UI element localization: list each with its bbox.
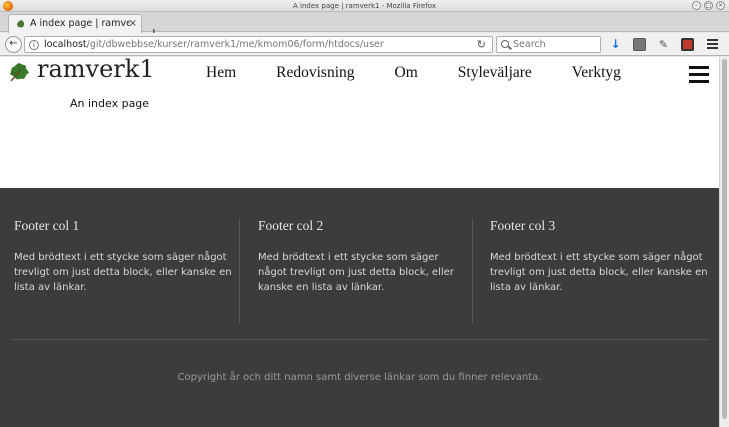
- footer-col-title: Footer col 2: [258, 218, 324, 233]
- window-titlebar: A index page | ramverk1 - Mozilla Firefo…: [0, 0, 729, 12]
- navigation-toolbar: ← i localhost/git/dbwebbse/kurser/ramver…: [0, 33, 729, 56]
- nav-link-redovisning[interactable]: Redovisning: [276, 64, 354, 82]
- maximize-button[interactable]: □: [704, 1, 713, 10]
- url-text[interactable]: localhost/git/dbwebbse/kurser/ramverk1/m…: [44, 39, 384, 50]
- extension-icon[interactable]: [681, 38, 694, 51]
- keyboard-icon[interactable]: [633, 38, 646, 51]
- nav-link-hem[interactable]: Hem: [206, 64, 236, 82]
- close-window-button[interactable]: ×: [716, 1, 725, 10]
- site-menu-icon[interactable]: [689, 66, 709, 84]
- site-nav: Hem Redovisning Om Styleväljare Verktyg: [206, 64, 661, 82]
- leaf-favicon-icon: [17, 20, 25, 28]
- footer-col-text: Med brödtext i ett stycke som säger någo…: [490, 252, 708, 293]
- site-header: ramverk1 Hem Redovisning Om Styleväljare…: [0, 57, 719, 89]
- site-footer: Footer col 1 Med brödtext i ett stycke s…: [0, 188, 719, 427]
- footer-col-text: Med brödtext i ett stycke som säger någo…: [14, 252, 232, 293]
- eyedropper-icon[interactable]: ✎: [657, 38, 670, 51]
- window-title: A index page | ramverk1 - Mozilla Firefo…: [293, 2, 436, 10]
- footer-col-text: Med brödtext i ett stycke som säger någo…: [258, 252, 454, 293]
- footer-divider: [472, 218, 473, 324]
- tab-index-page[interactable]: A index page | ramverk1 ×: [8, 14, 142, 33]
- search-bar[interactable]: [496, 36, 601, 53]
- footer-divider: [239, 218, 240, 324]
- nav-link-verktyg[interactable]: Verktyg: [572, 64, 621, 82]
- reload-icon[interactable]: ↻: [477, 38, 486, 51]
- footer-col-1: Footer col 1 Med brödtext i ett stycke s…: [14, 218, 236, 295]
- nav-link-stylevaljare[interactable]: Styleväljare: [458, 64, 532, 82]
- site-title[interactable]: ramverk1: [37, 57, 155, 83]
- leaf-logo-icon[interactable]: [7, 61, 31, 83]
- footer-col-3: Footer col 3 Med brödtext i ett stycke s…: [490, 218, 710, 295]
- tab-strip: A index page | ramverk1 × +: [0, 12, 729, 42]
- hamburger-menu-icon[interactable]: [707, 38, 720, 51]
- footer-horizontal-divider: [12, 339, 708, 340]
- info-icon[interactable]: i: [29, 40, 39, 50]
- search-icon: [501, 40, 509, 48]
- tab-label: A index page | ramverk1: [30, 18, 130, 29]
- footer-col-title: Footer col 3: [490, 218, 556, 233]
- tab-close-icon[interactable]: ×: [129, 18, 137, 29]
- minimize-button[interactable]: –: [692, 1, 701, 10]
- window-controls: – □ ×: [692, 1, 725, 10]
- page-scrollbar[interactable]: [719, 57, 729, 427]
- back-button[interactable]: ←: [5, 36, 22, 53]
- search-input[interactable]: [513, 38, 598, 51]
- footer-col-title: Footer col 1: [14, 218, 80, 233]
- url-bar[interactable]: i localhost/git/dbwebbse/kurser/ramverk1…: [24, 36, 493, 53]
- scrollbar-thumb[interactable]: [722, 59, 727, 419]
- page-heading: An index page: [70, 97, 150, 110]
- nav-link-om[interactable]: Om: [395, 64, 418, 82]
- url-host: localhost: [44, 39, 87, 50]
- url-path: /git/dbwebbse/kurser/ramverk1/me/kmom06/…: [86, 39, 384, 50]
- page-viewport: ramverk1 Hem Redovisning Om Styleväljare…: [0, 57, 719, 427]
- download-icon[interactable]: ↓: [609, 38, 622, 51]
- footer-col-2: Footer col 2 Med brödtext i ett stycke s…: [258, 218, 468, 295]
- footer-copyright: Copyright år och ditt namn samt diverse …: [177, 372, 542, 383]
